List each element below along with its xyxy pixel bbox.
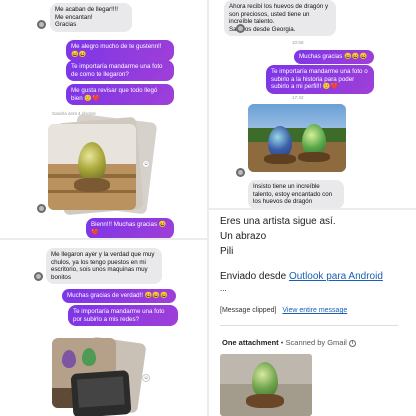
email-panel: Eres una artista sigue así. Un abrazo Pi…	[210, 210, 416, 416]
contact-avatar	[37, 20, 46, 29]
react-icon[interactable]: ☺	[142, 374, 150, 382]
egg-figure	[78, 142, 106, 182]
outgoing-message: Te importaría mandarme una foto de como …	[66, 60, 174, 82]
contact-avatar	[34, 272, 43, 281]
outgoing-message: Bienn!!! Muchas gracias 😄❤️	[86, 218, 174, 238]
incoming-message: Insisto tiene un increíble talento, esto…	[248, 180, 344, 208]
contact-avatar	[236, 168, 245, 177]
message-clipped-label: [Message clipped]	[220, 307, 277, 314]
contact-avatar	[236, 24, 245, 33]
sent-from-prefix: Enviado desde	[220, 271, 289, 282]
outgoing-message: Me alegro mucho de te gustenn!! 😄😄	[66, 40, 174, 62]
photo-dragon-eggs[interactable]	[248, 104, 346, 172]
chat-panel-bottom-left: Me llegaron ayer y la verdad que muy chu…	[0, 240, 206, 416]
view-entire-message-link[interactable]: View entire message	[282, 307, 347, 314]
attachment-header: One attachment • Scanned by Gmail i	[222, 338, 356, 347]
outgoing-message: Muchas gracias de verdad!! 😄😄😄	[62, 289, 176, 303]
chat-panel-top-left: Me acaban de llegar!!!! Me encantan! Gra…	[0, 0, 206, 238]
egg-figure	[252, 362, 278, 398]
timestamp: 17:42	[292, 95, 304, 100]
separator-dot: •	[280, 338, 284, 347]
incoming-message: Me acaban de llegar!!!! Me encantan! Gra…	[50, 3, 132, 32]
outgoing-message: Me gusta revisar que todo llegó bien 🙂❤️	[66, 84, 174, 106]
clipped-message-row: [Message clipped] View entire message	[220, 307, 347, 314]
incoming-message: Me llegaron ayer y la verdad que muy chu…	[46, 248, 162, 285]
outgoing-message: Te importaría mandarme una foto por subi…	[68, 305, 178, 327]
email-line: Eres una artista sigue así.	[220, 216, 336, 227]
outgoing-message: Te importaría mandarme una foto o subirl…	[266, 65, 374, 94]
timestamp: 10:56	[292, 40, 304, 45]
quoted-text-dots[interactable]: ...	[220, 284, 227, 293]
photo-front[interactable]	[70, 370, 132, 416]
sent-from-line: Enviado desde Outlook para Android	[220, 271, 383, 282]
chat-panel-top-right: Ahora recibí los huevos de dragón y son …	[210, 0, 416, 208]
divider	[220, 325, 398, 326]
react-icon[interactable]: ☺	[142, 160, 150, 168]
photo-dragon-egg[interactable]	[48, 124, 136, 210]
outgoing-message: Muchas gracias 😄😄😄	[294, 50, 374, 64]
attachment-count: One attachment	[222, 338, 279, 347]
contact-avatar	[37, 204, 46, 213]
info-icon[interactable]: i	[348, 339, 356, 347]
email-signature: Pili	[220, 246, 234, 257]
email-line: Un abrazo	[220, 231, 267, 242]
attachment-thumbnail[interactable]	[220, 354, 312, 416]
scanned-by-gmail: Scanned by Gmail	[285, 338, 347, 347]
outlook-android-link[interactable]: Outlook para Android	[289, 271, 383, 282]
